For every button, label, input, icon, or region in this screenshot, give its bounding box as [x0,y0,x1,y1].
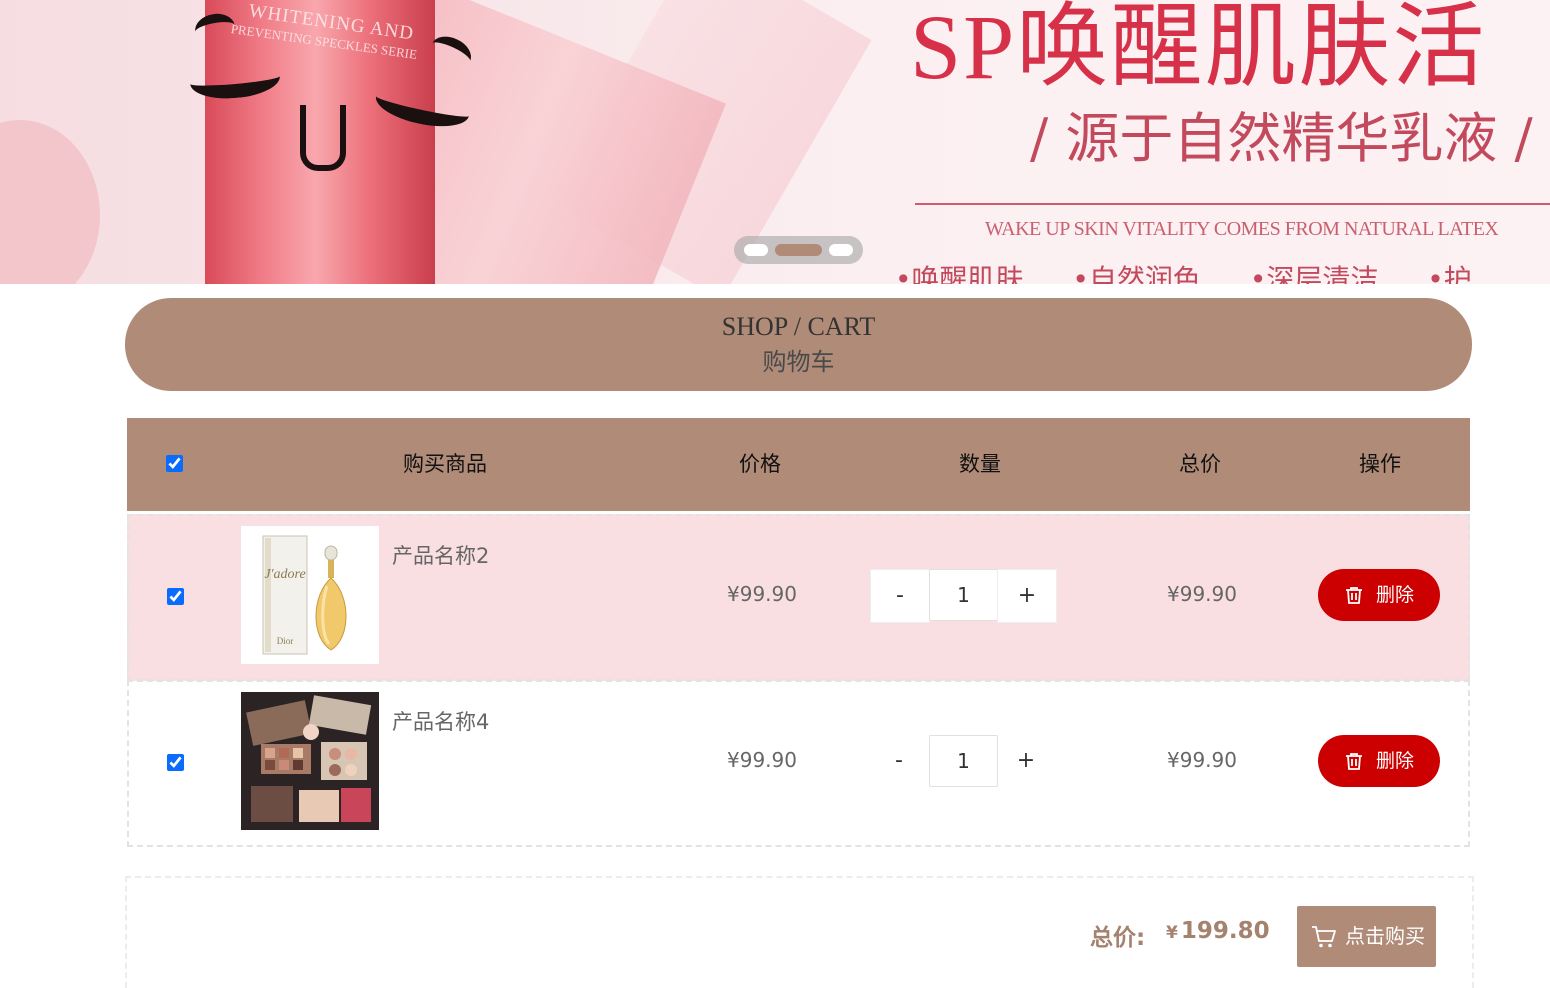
product-price: ¥99.90 [727,582,797,606]
product-thumbnail[interactable] [241,692,379,830]
delete-button[interactable]: 删除 [1318,735,1440,787]
banner-subline: / 源于自然精华乳液 / [1030,107,1533,170]
carousel-indicator [734,236,863,264]
quantity-input[interactable]: 1 [929,735,998,787]
cart-summary: 总价: ¥199.80 点击购买 [125,876,1474,988]
carousel-dot[interactable] [829,244,853,256]
carousel-dot-active[interactable] [775,244,822,256]
page-title-en: SHOP / CART [721,312,876,341]
cart-icon [1312,926,1336,948]
svg-text:J'adore: J'adore [264,567,305,582]
product-name[interactable]: 产品名称2 [392,540,489,570]
product-thumbnail[interactable]: J'adore Dior [241,526,379,664]
row-select-cell [167,754,184,775]
banner-decoration [0,120,100,284]
total-amount: ¥199.80 [1166,918,1270,944]
column-header-price: 价格 [739,452,781,476]
banner-divider [915,203,1550,205]
row-total-price: ¥99.90 [1167,748,1237,772]
row-select-checkbox[interactable] [167,754,184,771]
column-header-product: 购买商品 [403,452,487,476]
perfume-image: J'adore Dior [241,526,379,664]
column-header-quantity: 数量 [959,452,1001,476]
trash-icon [1346,587,1362,604]
row-select-checkbox[interactable] [167,588,184,605]
quantity-increase-button[interactable]: + [997,735,1055,787]
banner-headline: SP唤醒肌肤活 [910,0,1487,98]
carousel-dot[interactable] [744,244,768,256]
cart-row: 产品名称4 ¥99.90 - 1 + ¥99.90 删除 [127,680,1470,847]
banner-features: •唤醒肌肤 •自然润色 •深层清洁 •护 [895,263,1472,284]
column-header-total: 总价 [1179,452,1221,476]
row-total-price: ¥99.90 [1167,582,1237,606]
buy-button[interactable]: 点击购买 [1297,906,1436,967]
buy-label: 点击购买 [1345,924,1425,948]
banner-tagline: WAKE UP SKIN VITALITY COMES FROM NATURAL… [985,218,1499,240]
delete-label: 删除 [1376,750,1415,772]
select-all-cell [166,455,183,476]
cart-row: J'adore Dior 产品名称2 ¥99.90 - 1 + ¥99.90 删… [127,514,1470,681]
cart-title-bar: SHOP / CART 购物车 [125,298,1472,391]
total-value: 199.80 [1180,918,1270,944]
quantity-decrease-button[interactable]: - [870,569,930,623]
hero-banner: WHITENING AND PREVENTING SPECKLES SERIE … [0,0,1550,284]
column-header-action: 操作 [1359,452,1401,476]
svg-text:Dior: Dior [277,636,294,646]
currency-symbol: ¥ [1166,923,1178,943]
row-select-cell [167,588,184,609]
quantity-increase-button[interactable]: + [997,569,1057,623]
product-name[interactable]: 产品名称4 [392,706,489,736]
delete-button[interactable]: 删除 [1318,569,1440,621]
trash-icon [1346,753,1362,770]
quantity-decrease-button[interactable]: - [870,735,928,787]
select-all-checkbox[interactable] [166,455,183,472]
quantity-input[interactable]: 1 [929,569,998,621]
makeup-palette-image [241,692,379,830]
total-label: 总价: [1090,925,1146,951]
cart-table-header: 购买商品 价格 数量 总价 操作 [127,418,1470,511]
page-title-cn: 购物车 [762,348,835,376]
product-price: ¥99.90 [727,748,797,772]
delete-label: 删除 [1376,584,1415,606]
face-mouth [300,105,346,171]
